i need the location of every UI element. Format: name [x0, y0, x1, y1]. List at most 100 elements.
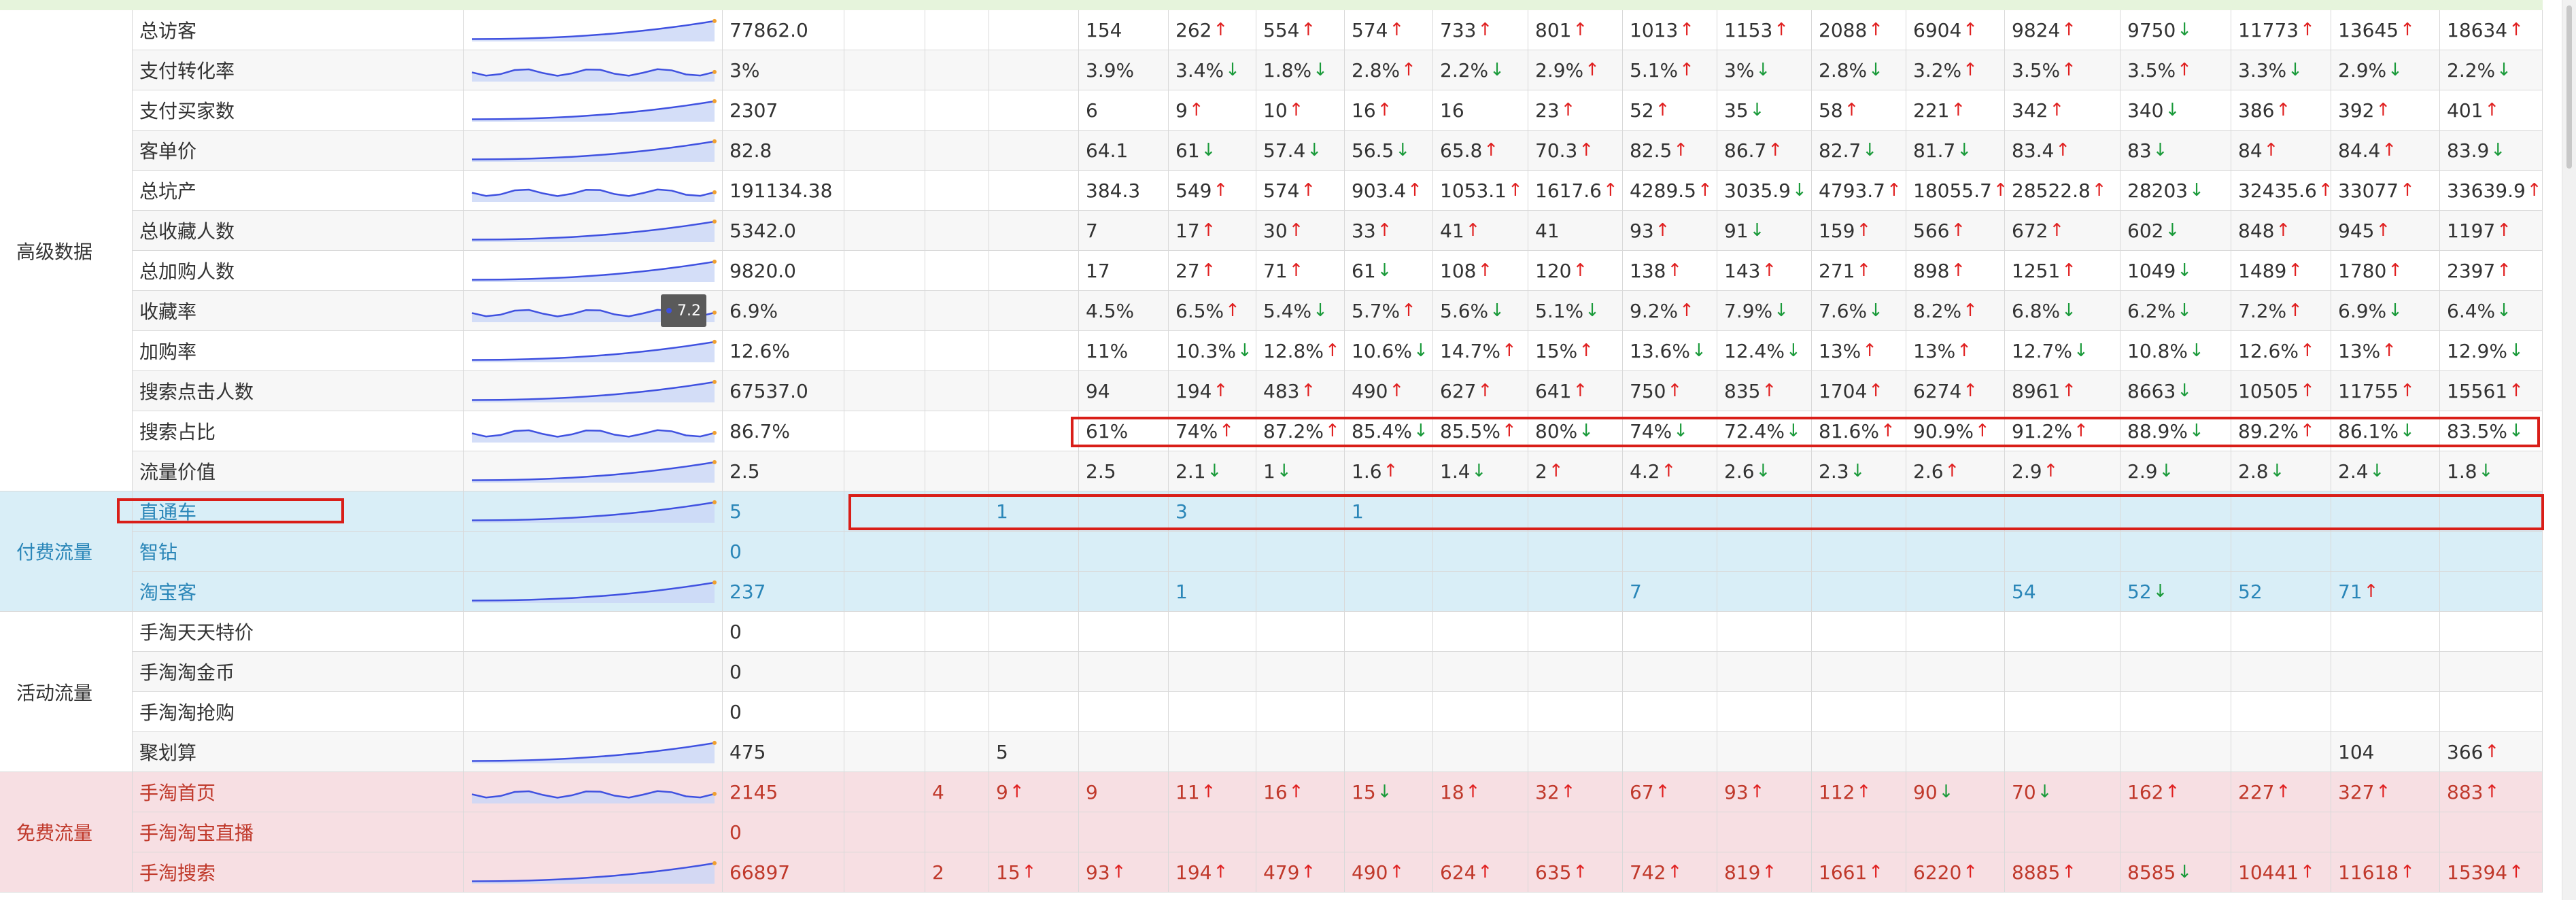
arrow-up-icon: ↑	[2043, 461, 2059, 481]
metric-name[interactable]: 手淘淘宝直播	[133, 812, 464, 852]
daily-value: 6220 ↑	[1906, 852, 2005, 893]
arrow-up-icon: ↑	[1661, 461, 1677, 481]
value-number: 15%	[1535, 339, 1578, 362]
sparkline-cell[interactable]	[464, 532, 723, 572]
arrow-up-icon: ↑	[2509, 381, 2524, 401]
daily-value: 221 ↑	[1906, 90, 2005, 131]
daily-value: 401 ↑	[2440, 90, 2543, 131]
arrow-down-icon: ↓	[1490, 60, 1505, 80]
value-number: 41	[1440, 219, 1464, 242]
sparkline-cell[interactable]	[464, 251, 723, 291]
daily-value: 3.3% ↓	[2231, 50, 2331, 90]
sparkline-cell[interactable]	[464, 572, 723, 612]
arrow-up-icon: ↑	[1573, 20, 1588, 40]
value-number: 13%	[1819, 339, 1861, 362]
arrow-down-icon: ↓	[2177, 862, 2193, 882]
arrow-up-icon: ↑	[1377, 100, 1392, 120]
value-number: 624	[1440, 861, 1477, 884]
daily-value	[989, 211, 1079, 251]
value-number: 9	[1175, 99, 1188, 122]
daily-value	[925, 732, 989, 772]
value-number: 641	[1535, 379, 1572, 402]
daily-value: 15 ↑	[989, 852, 1079, 893]
blank-cell	[844, 491, 925, 532]
daily-value: 883 ↑	[2440, 772, 2543, 812]
arrow-down-icon: ↓	[1749, 220, 1765, 241]
daily-value: 490 ↑	[1345, 371, 1433, 411]
value-number: 733	[1440, 18, 1477, 41]
daily-value: 7.6% ↓	[1812, 291, 1906, 331]
value-number: 7.2%	[2238, 299, 2287, 322]
daily-value: 9	[1079, 772, 1169, 812]
sparkline	[471, 188, 717, 203]
sparkline-cell[interactable]	[464, 772, 723, 812]
value-number: 672	[2012, 219, 2048, 242]
arrow-up-icon: ↑	[2299, 421, 2315, 441]
daily-value: 10.6% ↓	[1345, 331, 1433, 371]
daily-value: 74% ↓	[1623, 411, 1717, 451]
metric-name[interactable]: 淘宝客	[133, 572, 464, 612]
arrow-up-icon: ↑	[2509, 20, 2524, 40]
sparkline-cell[interactable]	[464, 612, 723, 652]
sparkline-cell[interactable]	[464, 491, 723, 532]
daily-value: 1661 ↑	[1812, 852, 1906, 893]
metric-name[interactable]: 手淘搜索	[133, 852, 464, 893]
sparkline-cell[interactable]	[464, 331, 723, 371]
daily-value: 5.1% ↓	[1528, 291, 1623, 331]
sparkline-cell[interactable]	[464, 211, 723, 251]
group-label: 活动流量	[0, 612, 133, 772]
daily-value	[1623, 491, 1717, 532]
metric-name[interactable]: 手淘首页	[133, 772, 464, 812]
arrow-up-icon: ↑	[2276, 220, 2291, 241]
value-number: 3%	[1724, 58, 1755, 82]
daily-value	[1256, 612, 1345, 652]
sparkline-cell[interactable]	[464, 131, 723, 171]
sparkline-cell[interactable]	[464, 90, 723, 131]
sparkline-cell[interactable]	[464, 652, 723, 692]
sparkline-cell[interactable]	[464, 852, 723, 893]
sparkline-cell[interactable]	[464, 50, 723, 90]
daily-value	[2120, 732, 2231, 772]
sparkline-cell[interactable]	[464, 371, 723, 411]
daily-value: 18055.7↑	[1906, 171, 2005, 211]
daily-value: 945 ↑	[2331, 211, 2440, 251]
value-number: 71	[1263, 259, 1288, 282]
daily-value: 8885 ↑	[2005, 852, 2120, 893]
daily-value: 386 ↑	[2231, 90, 2331, 131]
sparkline-cell[interactable]	[464, 171, 723, 211]
daily-value: 6274 ↑	[1906, 371, 2005, 411]
sparkline-cell[interactable]	[464, 732, 723, 772]
value-number: 28522.8	[2012, 179, 2091, 202]
sparkline-cell[interactable]	[464, 812, 723, 852]
sparkline-cell[interactable]	[464, 411, 723, 451]
sparkline-cell[interactable]	[464, 10, 723, 50]
value-number: 883	[2447, 780, 2484, 803]
sparkline-cell[interactable]	[464, 451, 723, 491]
vertical-scrollbar[interactable]	[2562, 0, 2576, 900]
metric-name[interactable]: 直通车	[133, 491, 464, 532]
total-value: 9820.0	[723, 251, 844, 291]
sparkline-cell[interactable]	[464, 692, 723, 732]
value-number: 67	[1630, 780, 1654, 803]
scrollbar-thumb[interactable]	[2566, 5, 2572, 169]
arrow-up-icon: ↑	[1868, 381, 1884, 401]
daily-value: 18 ↑	[1433, 772, 1528, 812]
sparkline-endpoint	[712, 740, 717, 745]
arrow-up-icon: ↑	[1560, 782, 1576, 802]
value-number: 4.5%	[1086, 299, 1135, 322]
daily-value	[1717, 572, 1812, 612]
blank-cell	[844, 612, 925, 652]
arrow-down-icon: ↓	[1471, 461, 1487, 481]
daily-value: 70.3 ↑	[1528, 131, 1623, 171]
daily-value: 2.8 ↓	[2231, 451, 2331, 491]
metric-name[interactable]: 智钻	[133, 532, 464, 572]
daily-value: 3% ↓	[1717, 50, 1812, 90]
arrow-down-icon: ↓	[1691, 341, 1706, 361]
total-value: 0	[723, 692, 844, 732]
arrow-down-icon: ↓	[1225, 60, 1240, 80]
blank-cell	[844, 411, 925, 451]
arrow-up-icon: ↑	[2496, 220, 2512, 241]
daily-value: 70 ↓	[2005, 772, 2120, 812]
value-number: 5.1%	[1630, 58, 1679, 82]
value-number: 3.2%	[1913, 58, 1962, 82]
